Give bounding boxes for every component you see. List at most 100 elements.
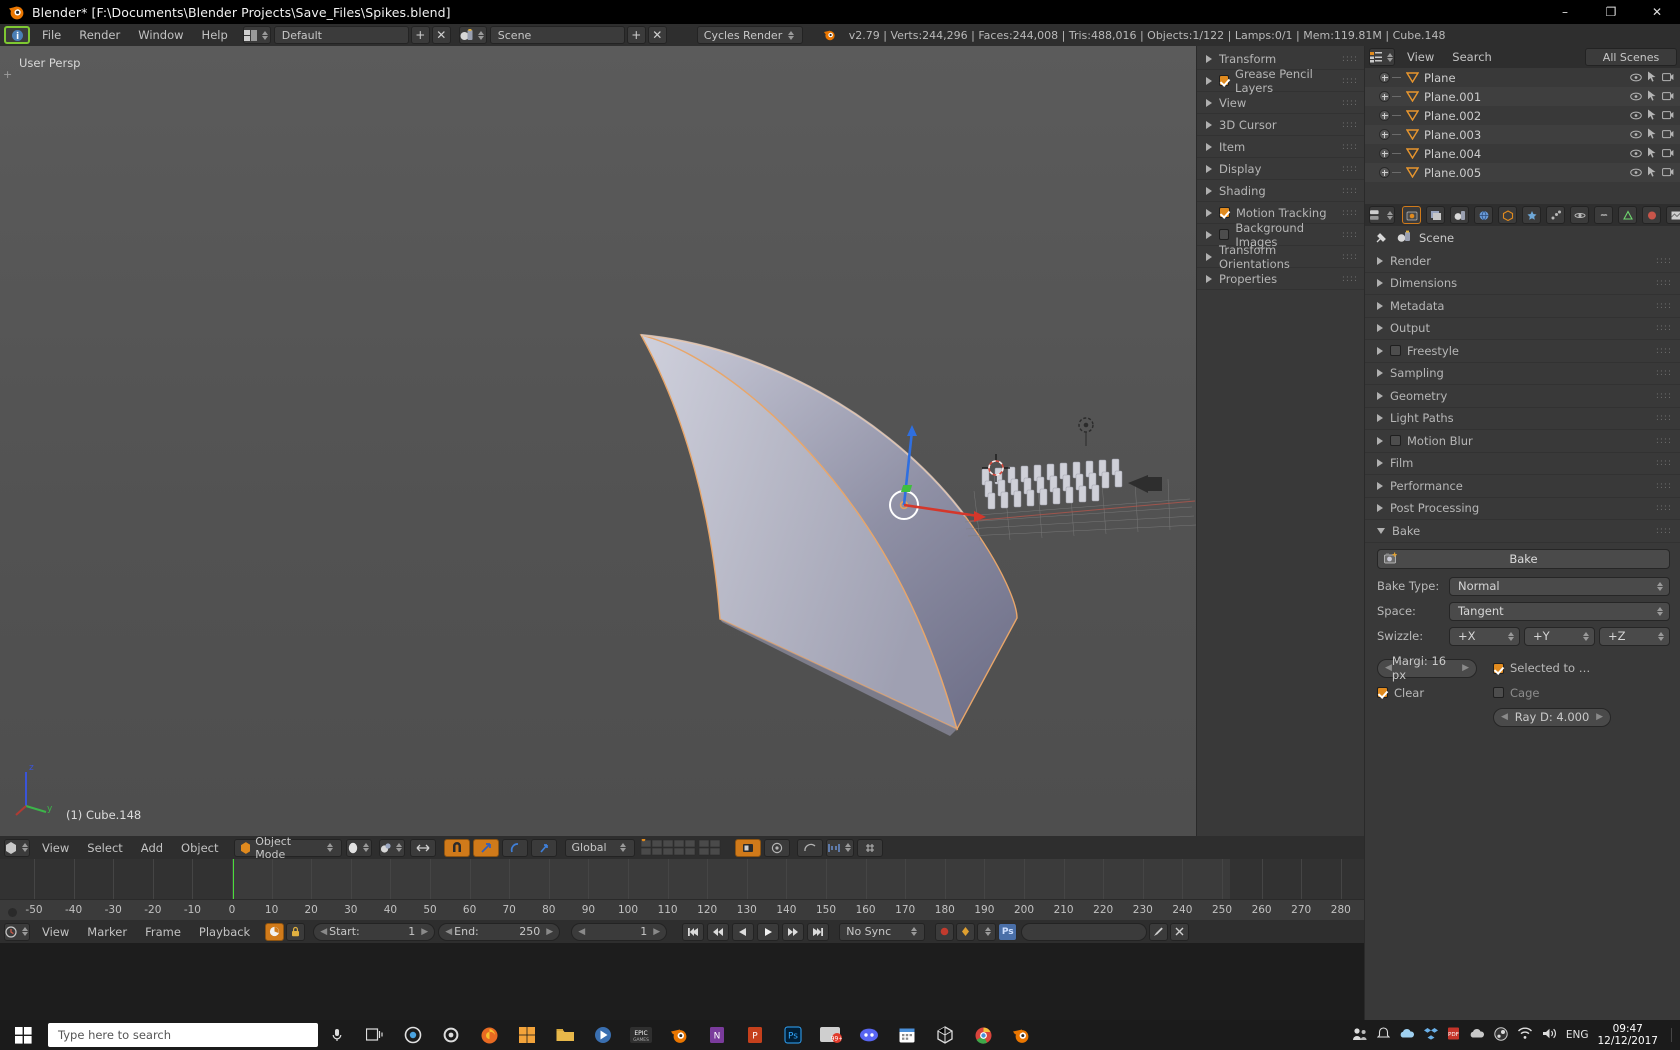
outliner-row-toggles[interactable] [1630,147,1680,161]
clear-checkbox[interactable] [1377,687,1388,698]
outliner-row-toggles[interactable] [1630,71,1680,85]
editor-type-spinner[interactable] [20,843,29,852]
selected-to-active-checkbox[interactable] [1493,662,1504,674]
expand-toggle-icon[interactable] [1379,148,1390,159]
keying-set-spinner[interactable] [977,922,997,941]
object-tab-icon[interactable] [1498,206,1517,224]
menu-file[interactable]: File [33,24,70,46]
npanel-item-grease-pencil-layers[interactable]: Grease Pencil Layers :::: [1197,67,1364,95]
timeline-track-area[interactable] [0,859,1364,899]
outliner-display-mode-dropdown[interactable]: All Scenes [1585,48,1677,66]
viewport-shading-icon[interactable] [345,838,372,857]
cortana-circle-icon[interactable] [394,1020,432,1050]
npanel-item-3d-cursor[interactable]: 3D Cursor :::: [1197,114,1364,136]
epic-games-icon[interactable]: EPIC GAMES [622,1020,660,1050]
camera-render-icon[interactable] [1662,128,1674,142]
expand-toggle-icon[interactable] [1379,129,1390,140]
bake-button[interactable]: Bake [1377,548,1670,569]
sync-spinner[interactable] [909,927,918,936]
properties-panel-header-output[interactable]: Output:::: [1365,318,1680,340]
blender-2-icon[interactable] [926,1020,964,1050]
manipulator-toggle-icon[interactable] [409,838,436,857]
scale-manipulator-icon[interactable] [530,838,557,857]
keying-set-field[interactable] [1021,922,1148,941]
cursor-select-icon[interactable] [1647,147,1657,161]
chevron-left-icon[interactable]: ◀ [445,927,452,937]
ray-distance-slider[interactable]: ◀ Ray D: 4.000 ▶ [1493,707,1611,727]
auto-keyframe-icon[interactable] [265,922,285,941]
panel-enable-checkbox[interactable] [1390,345,1401,357]
proportional-edit-icon[interactable] [796,838,823,857]
outliner-row[interactable]: Plane.005 [1365,163,1680,182]
chrome-icon[interactable] [964,1020,1002,1050]
npanel-item-shading[interactable]: Shading :::: [1197,180,1364,202]
previous-keyframe-icon[interactable] [707,922,730,941]
calendar-icon[interactable] [888,1020,926,1050]
notifications-icon[interactable] [1376,1027,1391,1043]
world-tab-icon[interactable] [1474,206,1493,224]
chevron-right-icon[interactable]: ▶ [421,927,428,937]
add-screen-layout-button[interactable]: + [410,26,430,44]
properties-panel-header-geometry[interactable]: Geometry:::: [1365,385,1680,408]
motion-tracking-checkbox[interactable] [1219,207,1230,218]
camera-render-icon[interactable] [1662,90,1674,104]
render-preview-icon[interactable] [734,838,761,857]
outliner-tree[interactable]: Plane Plane.001 Plane.002 Plane.003 Plane.00… [1365,68,1680,182]
bake-panel-body[interactable]: Bake Bake Type: Normal Space: Tangent Sw… [1365,543,1680,727]
snap-magnet-icon[interactable] [443,838,470,857]
volume-icon[interactable] [1542,1027,1557,1043]
3d-view-editor-icon[interactable] [4,838,30,857]
maximize-button[interactable]: ❐ [1588,0,1634,24]
chevron-left-icon[interactable]: ◀ [320,927,327,937]
menu-help[interactable]: Help [193,24,237,46]
current-frame-field[interactable]: ◀ 1 ▶ [571,922,668,941]
outliner-row[interactable]: Plane.003 [1365,125,1680,144]
expand-toggle-icon[interactable] [1379,91,1390,102]
delete-screen-layout-button[interactable]: ✕ [431,26,451,44]
properties-panel-header-light-paths[interactable]: Light Paths:::: [1365,408,1680,430]
properties-panel-header-film[interactable]: Film:::: [1365,453,1680,475]
outliner-row[interactable]: Plane.004 [1365,144,1680,163]
render-engine-dropdown[interactable]: Cycles Render [696,26,803,44]
cage-checkbox[interactable] [1493,687,1504,698]
panel-enable-checkbox[interactable] [1390,435,1401,447]
timeline-editor-icon[interactable] [4,922,30,941]
media-icon[interactable] [584,1020,622,1050]
start-frame-field[interactable]: ◀ Start: 1 ▶ [313,922,436,941]
cursor-select-icon[interactable] [1647,128,1657,142]
npanel-item-display[interactable]: Display :::: [1197,158,1364,180]
properties-panel-header-metadata[interactable]: Metadata:::: [1365,295,1680,318]
delete-scene-button[interactable]: ✕ [647,26,667,44]
mesh-display-spinner[interactable] [844,843,853,852]
properties-panel-header-sampling[interactable]: Sampling:::: [1365,363,1680,385]
scene-icon-button[interactable] [458,26,487,44]
properties-editor[interactable]: Scene Render:::: Dimensions:::: Metadata::… [1364,204,1680,1020]
cursor-select-icon[interactable] [1647,109,1657,123]
minimize-button[interactable]: – [1542,0,1588,24]
properties-panel-header-motion-blur[interactable]: Motion Blur:::: [1365,430,1680,453]
end-frame-field[interactable]: ◀ End: 250 ▶ [438,922,561,941]
discord-icon[interactable] [850,1020,888,1050]
outliner-row-toggles[interactable] [1630,128,1680,142]
material-tab-icon[interactable] [1642,206,1661,224]
cursor-select-icon[interactable] [1647,90,1657,104]
camera-render-icon[interactable] [1662,166,1674,180]
swizzle-y-spinner[interactable] [1581,631,1590,641]
steam-icon[interactable] [1494,1026,1508,1044]
firefox-icon[interactable] [470,1020,508,1050]
eye-icon[interactable] [1630,109,1642,123]
bake-type-spinner[interactable] [1655,581,1664,591]
task-view-icon[interactable] [356,1020,394,1050]
scene-layers-grid[interactable] [640,838,729,857]
shading-spinner[interactable] [362,843,371,852]
viewport-menu-select[interactable]: Select [78,837,131,859]
eye-icon[interactable] [1630,128,1642,142]
powerpoint-icon[interactable]: P [736,1020,774,1050]
wifi-icon[interactable] [1517,1027,1533,1043]
timeline-scrollbar-handle[interactable] [8,908,17,917]
camera-render-icon[interactable] [1662,109,1674,123]
properties-panel-header-bake[interactable]: Bake:::: [1365,520,1680,543]
orientation-spinner[interactable] [619,843,628,852]
timeline-ruler[interactable]: -50 -40 -30 -20 -10 0 10 20 30 40 50 60 70 80 90 100 110… [0,899,1364,920]
bake-margin-slider[interactable]: ◀ Margi: 16 px ▶ [1377,654,1477,682]
